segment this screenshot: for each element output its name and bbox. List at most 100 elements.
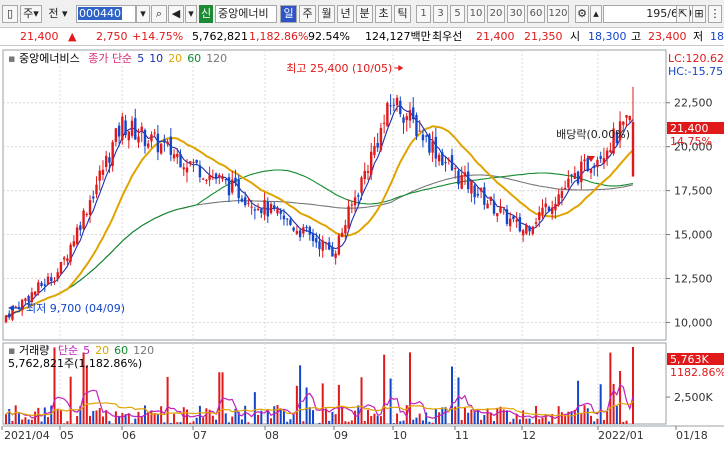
candle-body [434,136,438,159]
candle-body [98,170,101,181]
more-icon[interactable]: ⋮ [708,5,722,23]
price-tick-label: 10,000 [674,316,713,329]
search-icon[interactable]: ⌕ [151,5,167,23]
stock-name-field[interactable]: 중앙에너비 [215,5,277,23]
candle-body [337,235,341,255]
candle-body [269,203,273,214]
volume-bar [396,413,399,424]
candle-body [253,209,257,211]
candle-body [88,200,92,215]
candle-body [292,227,295,231]
interval-button[interactable]: 20 [487,5,505,23]
volume-bar [118,416,121,424]
candle-body [315,238,318,243]
candle-body [53,281,56,283]
spin-up-button[interactable]: ▴ [590,5,602,23]
volume-bar [153,413,156,424]
candle-body [399,100,402,115]
volume-bar [89,415,92,424]
candle-body [586,158,589,171]
candle-body [395,97,399,106]
candle-body [531,226,535,235]
high-annotation: 최고 25,400 (10/05) [286,62,392,75]
amount-value: 124,127백만 [365,30,431,43]
volume-bar [344,421,347,424]
settings-icon[interactable]: ⚙ [575,5,589,23]
candle-body [192,161,195,163]
volume-bar [428,421,431,424]
market-select[interactable]: 주▾ [20,5,42,23]
stock-chart[interactable]: 22,500 20,000 17,500 15,000 12,500 10,000 2021… [0,46,724,470]
candle-body [266,201,269,217]
period-button[interactable]: 주 [299,5,316,23]
volume-bar [5,414,7,424]
candle-body [415,115,418,137]
legend-item: 5 [137,52,145,65]
interval-button[interactable]: 10 [467,5,485,23]
candle-body [357,195,360,197]
x-tick-label: 12 [522,429,536,442]
interval-button[interactable]: 1 [416,5,431,23]
period-button[interactable]: 분 [356,5,373,23]
period-button[interactable]: 년 [337,5,354,23]
type-selector[interactable]: 전 ▾ [44,5,72,23]
volume-bar [602,419,605,424]
candle-body [631,122,635,177]
x-tick-label: 09 [334,429,348,442]
volume-bar [195,417,198,424]
expand-icon[interactable]: ⇱ [676,5,690,23]
candle-body [130,120,134,136]
grid-icon[interactable]: ⊞ [692,5,706,23]
candle-body [408,110,412,121]
volume-bar [202,417,205,424]
candle-body [121,116,124,140]
code-dropdown-button[interactable]: ▾ [136,5,150,23]
volume-bar [586,408,589,424]
period-button[interactable]: 일 [280,5,297,23]
speaker-icon[interactable]: ◀ [168,5,184,23]
candle-body [166,141,169,145]
volume-bar [163,422,166,424]
candle-body [256,208,260,210]
volume-bar [470,409,473,424]
volume-bar [486,408,489,424]
candle-body [134,118,137,140]
x-tick-label: 07 [193,429,207,442]
volume-bar [337,384,340,424]
interval-button[interactable]: 5 [450,5,465,23]
candle-body [437,154,441,162]
up-arrow-icon: ▲ [68,30,77,43]
candle-body [24,298,27,301]
period-button[interactable]: 틱 [394,5,411,23]
candle-body [4,315,8,323]
volume-bar [476,409,479,424]
volume-bar [541,417,544,424]
interval-button[interactable]: 120 [547,5,569,23]
window-icon[interactable]: ▯ [2,5,18,23]
candle-body [599,156,602,159]
candle-body [276,208,279,214]
speaker-menu-button[interactable]: ▾ [185,5,197,23]
interval-button[interactable]: 3 [433,5,448,23]
period-button[interactable]: 초 [375,5,392,23]
volume-bar [331,412,334,424]
candle-body [483,187,486,205]
candle-body [379,127,383,151]
volume-text: 5,762,821주(1,182.86%) [8,357,143,370]
period-button[interactable]: 월 [318,5,335,23]
candle-body [605,150,609,159]
interval-button[interactable]: 60 [527,5,545,23]
code-input[interactable]: 000440 [76,5,136,23]
volume-bar [40,421,43,424]
volume-bar [463,407,466,424]
candle-body [457,170,460,185]
volume-bar [244,405,247,424]
candle-body [402,117,405,123]
candle-body [521,230,525,236]
candle-body [454,167,457,169]
candle-body [447,159,450,161]
volume-bar [218,372,221,424]
interval-button[interactable]: 30 [507,5,525,23]
candle-body [515,219,518,222]
legend-stock-name: 중앙에너비스 [18,52,80,65]
